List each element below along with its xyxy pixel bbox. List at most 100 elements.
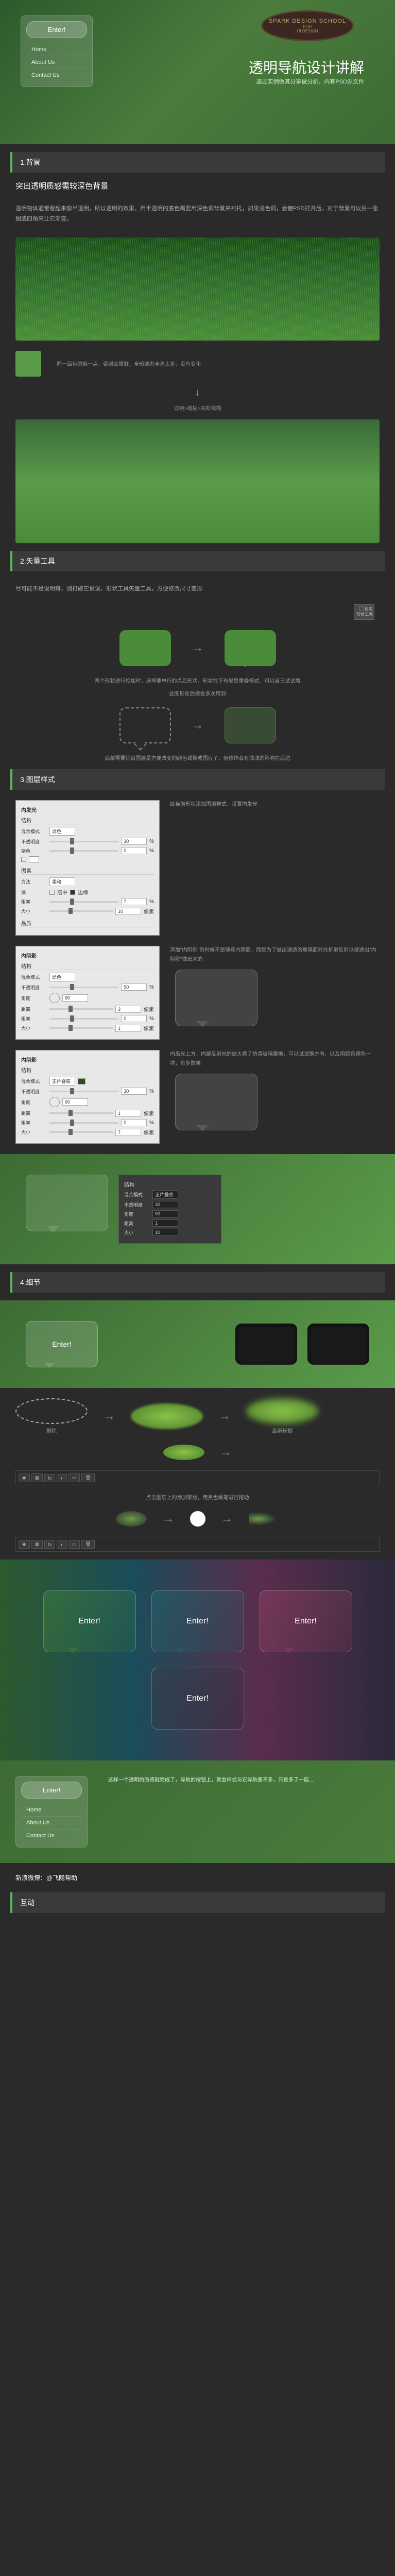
tool-icon[interactable]: ▦: [31, 1540, 43, 1549]
nav-about[interactable]: About Us: [26, 56, 87, 69]
nav-home[interactable]: Home: [26, 43, 87, 56]
panel-1-desc: 给当前形状添加图层样式，设置内发光: [170, 800, 380, 809]
tool-icon[interactable]: ▦: [31, 1473, 43, 1482]
oval-blur-row: 删除 → → 高斯模糊: [15, 1398, 380, 1434]
tool-icon[interactable]: ◉: [19, 1473, 30, 1482]
glass-bubble-demo: [175, 970, 257, 1026]
final-bubble-teal: Enter!: [151, 1590, 244, 1652]
blend-mode-select[interactable]: 滤色: [49, 827, 75, 836]
arrow-right-icon: →: [218, 1409, 231, 1423]
color-swatch-white[interactable]: [29, 856, 39, 862]
tool-icon[interactable]: ◉: [19, 1540, 30, 1549]
section-1-header: 1.背景: [10, 152, 385, 173]
detail-demo-1: Enter!: [0, 1300, 395, 1388]
bottom-summary: Enter! Home About Us Contact Us 这样一个透明的质…: [0, 1760, 395, 1863]
tool-icon[interactable]: ◐: [57, 1540, 66, 1549]
section-3-header: 3.图层样式: [10, 769, 385, 790]
arrow-right-icon: →: [192, 641, 204, 655]
opacity-slider[interactable]: [49, 987, 118, 988]
opacity-slider[interactable]: [49, 1091, 118, 1092]
delete-label: 删除: [46, 1427, 57, 1434]
dark-style-panel[interactable]: 结构 混合模式正片叠底 不透明度30 角度90 距离1 大小10: [118, 1175, 221, 1244]
blend-mode-select[interactable]: 正片叠底: [49, 1077, 75, 1086]
ps-toolbar-1[interactable]: ◉ ▦ fx ◐ ▭ 🗑: [15, 1470, 380, 1485]
result-glow: [249, 1511, 280, 1527]
distance-slider[interactable]: [49, 1008, 113, 1010]
blur-filter-label: 滤镜>模糊>高斯模糊: [0, 404, 395, 412]
nav-contact[interactable]: Contact Us: [21, 1829, 82, 1842]
bg-description: 透明物体通常看起来像半透明，所以透明的效果、用半透明的底色需要用深色调背景来衬托…: [0, 199, 395, 230]
choke-slider[interactable]: [49, 1122, 118, 1124]
size-slider[interactable]: [49, 1131, 113, 1133]
brush-circle: [190, 1511, 205, 1527]
layer-style-row-2: 内阴影 结构 混合模式滤色 不透明度50% 角度90 距离3像素 阻塞0% 大小…: [15, 946, 380, 1040]
layer-style-row-3: 内阴影 结构 混合模式正片叠底 不透明度30% 角度90 距离1像素 阻塞0% …: [15, 1050, 380, 1144]
tool-icon[interactable]: fx: [44, 1540, 55, 1549]
green-swatch: [15, 351, 41, 377]
final-bubble-pink: Enter!: [260, 1590, 352, 1652]
nav-home[interactable]: Home: [21, 1804, 82, 1817]
glass-on-green-demo: [26, 1175, 108, 1231]
ps-toolbar-2[interactable]: ◉ ▦ fx ◐ ▭ 🗑: [15, 1537, 380, 1552]
size-slider[interactable]: [49, 910, 113, 912]
enter-button[interactable]: Enter!: [26, 21, 87, 38]
method-select[interactable]: 柔和: [49, 877, 75, 886]
tool-icon[interactable]: ▭: [68, 1473, 80, 1482]
final-description: 这样一个透明的质感就完成了，导航的按钮上，就会样式与它导航差不多，只是多了一层.…: [108, 1776, 380, 1848]
angle-dial[interactable]: [49, 993, 60, 1003]
choke-slider[interactable]: [49, 1018, 118, 1020]
color-swatch-row: 同一面色的偏一点，否则会很脏；全暗或者全亮太多，没有变化: [15, 351, 380, 377]
choke-slider[interactable]: [49, 901, 118, 903]
blend-select[interactable]: 正片叠底: [152, 1190, 178, 1199]
source-center-radio[interactable]: [49, 890, 55, 895]
tool-icon[interactable]: 🗑: [81, 1473, 94, 1482]
badge-sub: UI DESIGN: [297, 29, 318, 33]
tool-icon[interactable]: ◐: [57, 1474, 66, 1482]
dark-inset-demo-2: [307, 1324, 369, 1365]
header-banner: Enter! Home About Us Contact Us SPARK DE…: [0, 0, 395, 144]
inner-glow-panel[interactable]: 内发光 结构 混合模式滤色 不透明度30% 杂色0% 图素 方法柔和 源居中 边…: [15, 800, 160, 936]
distance-slider[interactable]: [49, 1112, 113, 1114]
page-subtitle: 通过实例做其分享做分析，内有PSD源文件: [256, 77, 364, 86]
tool-icon[interactable]: fx: [44, 1474, 55, 1482]
small-oval-row: →: [15, 1445, 380, 1460]
shape-combine-row: →: [15, 630, 380, 666]
vector-intro: 尽可能不是说明嘛，则打破它说说，形状工具矢量工具，方便修改尺寸变形: [0, 579, 395, 600]
size-slider[interactable]: [49, 1027, 113, 1029]
source-edge-radio[interactable]: [70, 890, 75, 895]
page-title: 透明导航设计讲解: [249, 57, 364, 77]
nav-contact[interactable]: Contact Us: [26, 69, 87, 81]
arrow-right-icon: →: [192, 718, 204, 733]
section-2-header: 2.矢量工具: [10, 551, 385, 571]
wheat-field-image: [15, 238, 380, 341]
green-demo-section: 结构 混合模式正片叠底 不透明度30 角度90 距离1 大小10: [0, 1154, 395, 1264]
angle-dial[interactable]: [49, 1097, 60, 1107]
final-showcase-bg: Enter! Enter! Enter! Enter!: [0, 1560, 395, 1760]
opacity-slider[interactable]: [49, 841, 118, 842]
final-bubble-green: Enter!: [43, 1590, 136, 1652]
section-4-header: 4.细节: [10, 1272, 385, 1293]
tool-preview-icon: ▢ 自定形状工具: [354, 604, 374, 620]
inner-shadow-panel[interactable]: 内阴影 结构 混合模式滤色 不透明度50% 角度90 距离3像素 阻塞0% 大小…: [15, 946, 160, 1040]
glass-bubble-demo-2: [175, 1074, 257, 1130]
small-oval: [163, 1445, 204, 1460]
tool-icon[interactable]: 🗑: [81, 1540, 94, 1549]
shadow-color-swatch[interactable]: [78, 1078, 85, 1084]
blur-label: 高斯模糊: [272, 1427, 293, 1434]
badge-title: SPARK DESIGN SCHOOL: [269, 18, 346, 24]
school-badge: SPARK DESIGN SCHOOL FOR UI DESIGN: [261, 10, 354, 41]
inner-shadow-panel-2[interactable]: 内阴影 结构 混合模式正片叠底 不透明度30% 角度90 距离1像素 阻塞0% …: [15, 1050, 160, 1144]
enter-button[interactable]: Enter!: [21, 1782, 82, 1799]
final-bubble-dark: Enter!: [151, 1668, 244, 1730]
noise-slider[interactable]: [49, 850, 118, 852]
shape-caption-2: 此图形在后续会多次用到: [15, 689, 380, 697]
layer-style-row-1: 内发光 结构 混合模式滤色 不透明度30% 杂色0% 图素 方法柔和 源居中 边…: [15, 800, 380, 936]
badge-for: FOR: [303, 24, 312, 29]
mask-flow-row: → →: [15, 1511, 380, 1527]
tool-icon[interactable]: ▭: [68, 1540, 80, 1549]
nav-about[interactable]: About Us: [21, 1817, 82, 1829]
final-grid: Enter! Enter! Enter! Enter!: [0, 1570, 395, 1750]
blend-mode-select[interactable]: 滤色: [49, 973, 75, 981]
toolbar-caption: 点击图层上的添加蒙版，用黑色画笔进行拖动: [15, 1493, 380, 1501]
color-radio[interactable]: [21, 857, 26, 862]
